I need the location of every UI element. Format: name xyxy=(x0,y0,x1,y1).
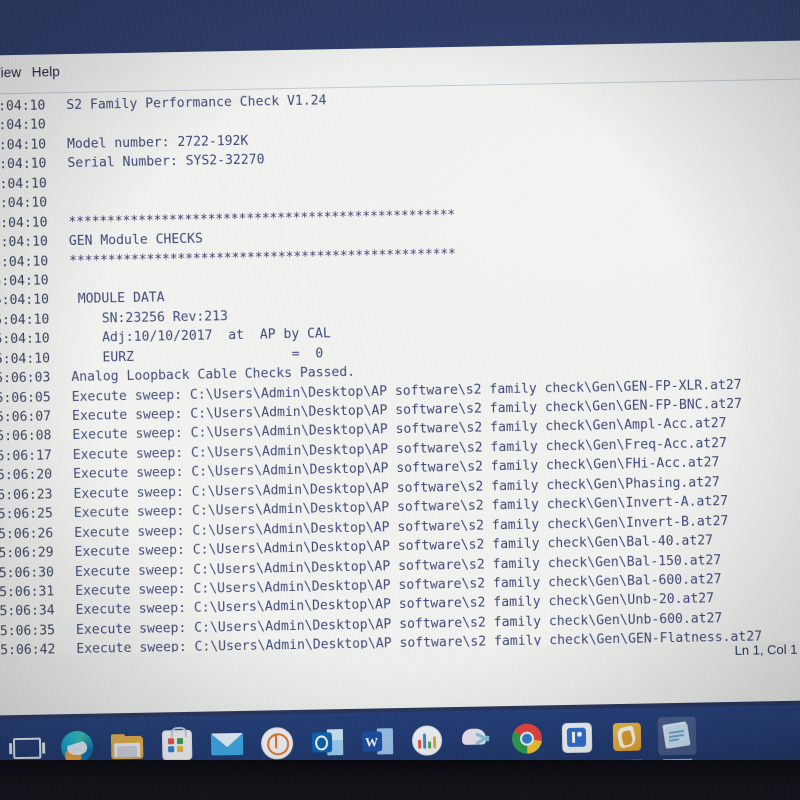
word-icon: W xyxy=(361,728,393,755)
taskbar-item-word[interactable]: W xyxy=(358,722,397,761)
log-timestamp: 15:04:10 xyxy=(0,98,46,115)
log-timestamp: 15:04:10 xyxy=(0,312,50,329)
blue-app-icon xyxy=(561,722,593,754)
taskbar-item-1password[interactable] xyxy=(258,724,297,763)
log-timestamp: 15:04:10 xyxy=(0,176,48,193)
log-timestamp: 15:04:10 xyxy=(0,253,49,271)
log-timestamp: 15:04:10 xyxy=(0,156,47,173)
log-timestamp: 15:06:23 xyxy=(0,487,53,504)
taskbar-item-google-chrome[interactable] xyxy=(508,719,547,758)
log-timestamp: 15:06:05 xyxy=(0,389,51,407)
file-explorer-icon xyxy=(110,733,144,759)
log-timestamp: 15:04:10 xyxy=(0,117,46,135)
log-timestamp: 15:04:10 xyxy=(0,234,49,251)
log-timestamp: 15:04:10 xyxy=(0,137,47,154)
chrome-icon xyxy=(511,723,543,754)
log-timestamp: 15:06:07 xyxy=(0,409,52,426)
laptop-bezel xyxy=(0,760,800,800)
outlook-icon xyxy=(311,729,343,756)
taskbar-item-gold-app[interactable] xyxy=(608,718,647,757)
taskbar-item-outlook[interactable] xyxy=(308,723,347,762)
one-password-icon xyxy=(260,727,294,760)
log-timestamp: 15:06:08 xyxy=(0,428,52,445)
mail-icon xyxy=(210,732,244,756)
log-timestamp: 15:06:30 xyxy=(0,564,55,582)
log-timestamp: 15:04:10 xyxy=(0,292,50,309)
log-message: GEN Module CHECKS xyxy=(68,231,203,250)
log-timestamp: 15:06:20 xyxy=(0,467,53,484)
log-timestamp: 15:04:10 xyxy=(0,215,48,232)
menu-item-help[interactable]: Help xyxy=(32,64,60,80)
log-timestamp: 15:04:10 xyxy=(0,331,50,348)
log-timestamp: 15:06:29 xyxy=(0,545,54,562)
taskbar-item-blue-app[interactable] xyxy=(558,718,597,757)
log-timestamp: 15:06:03 xyxy=(0,370,51,387)
log-timestamp: 15:06:25 xyxy=(0,506,54,523)
edge-icon xyxy=(60,730,94,764)
log-viewer-window: View Help 15:04:10 S2 Family Performance … xyxy=(0,39,800,717)
taskbar-item-snipping-tool[interactable] xyxy=(458,720,497,759)
log-line-list: 15:04:10 S2 Family Performance Check V1.2… xyxy=(0,82,800,662)
taskbar-item-microsoft-store[interactable] xyxy=(158,726,197,765)
log-timestamp: 15:04:10 xyxy=(0,351,51,368)
menu-item-view[interactable]: View xyxy=(0,65,21,81)
log-timestamp: 15:06:35 xyxy=(0,623,56,640)
laptop-screen-photo: View Help 15:04:10 S2 Family Performance … xyxy=(0,0,800,800)
snipping-tool-icon xyxy=(461,726,492,753)
analyzer-icon xyxy=(411,725,443,756)
notepad-icon xyxy=(662,721,692,750)
screen-content: View Help 15:04:10 S2 Family Performance … xyxy=(0,0,800,800)
log-timestamp: 15:06:17 xyxy=(0,448,52,465)
taskbar-item-audio-analyzer[interactable] xyxy=(408,721,447,760)
taskbar-item-notepad[interactable] xyxy=(657,716,697,756)
log-timestamp: 15:04:10 xyxy=(0,273,49,290)
log-timestamp: 15:06:34 xyxy=(0,603,55,620)
microsoft-store-icon xyxy=(161,726,193,761)
log-timestamp: 15:06:31 xyxy=(0,584,55,601)
log-text-area[interactable]: 15:04:10 S2 Family Performance Check V1.2… xyxy=(0,78,800,676)
status-line-column: Ln 1, Col 1 xyxy=(734,641,798,658)
log-timestamp: 15:04:10 xyxy=(0,195,48,212)
log-message: MODULE DATA xyxy=(69,290,165,308)
gold-app-icon xyxy=(612,722,642,752)
task-view-icon xyxy=(12,737,42,759)
log-timestamp: 15:06:26 xyxy=(0,526,54,543)
taskbar-item-mail[interactable] xyxy=(208,725,247,764)
